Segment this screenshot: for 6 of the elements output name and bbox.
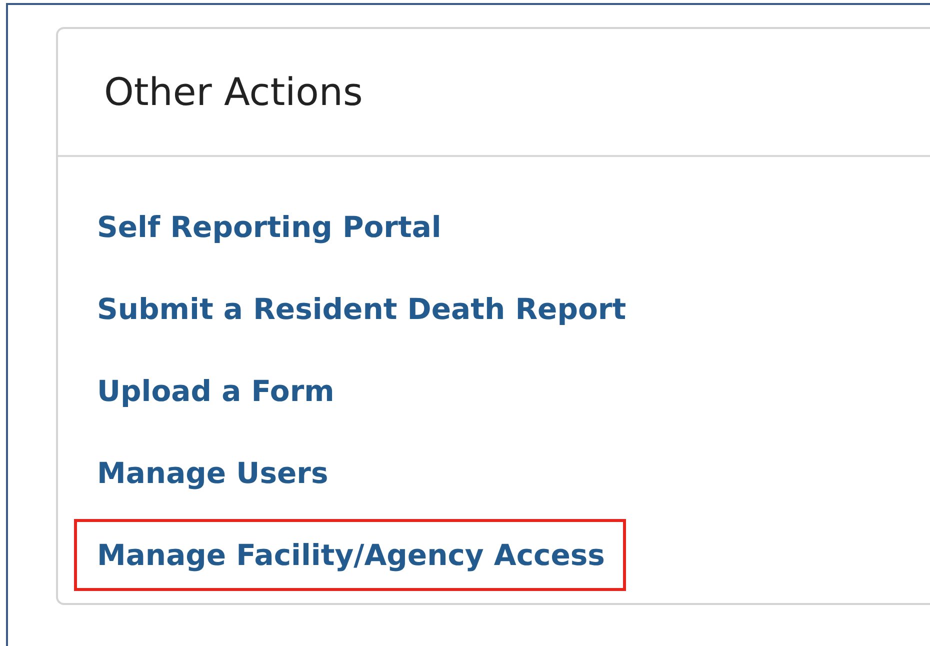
action-link[interactable]: Manage Users bbox=[74, 447, 350, 499]
action-link[interactable]: Upload a Form bbox=[74, 365, 356, 417]
action-link[interactable]: Manage Facility/Agency Access bbox=[74, 519, 626, 591]
card-title: Other Actions bbox=[104, 70, 363, 114]
action-link[interactable]: Self Reporting Portal bbox=[74, 201, 462, 253]
action-link[interactable]: Submit a Resident Death Report bbox=[74, 283, 648, 335]
